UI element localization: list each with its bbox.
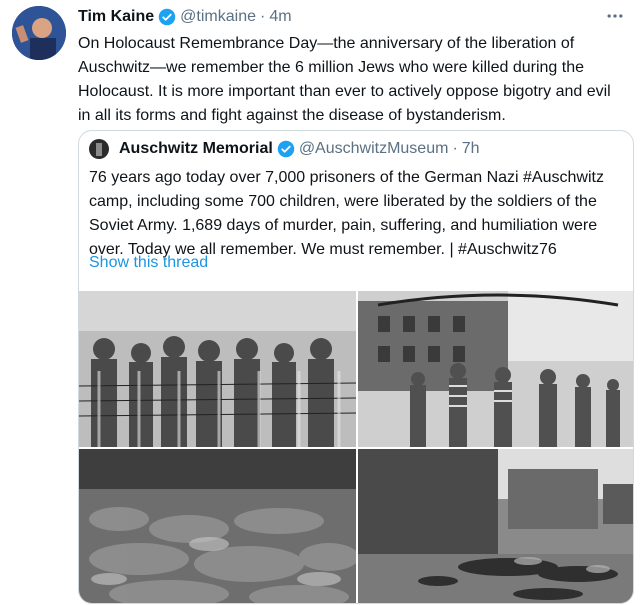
verified-badge-icon [277, 140, 295, 158]
tweet-timestamp[interactable]: 4m [269, 8, 291, 26]
quoted-tweet-text: 76 years ago today over 7,000 prisoners … [89, 169, 604, 258]
quoted-author-avatar [89, 139, 109, 159]
tweet-header: Tim Kaine @timkaine · 4m [78, 6, 292, 28]
photo-children-behind-fence[interactable] [79, 291, 356, 447]
author-handle[interactable]: @timkaine [180, 8, 256, 26]
quoted-timestamp: 7h [461, 140, 480, 157]
author-name[interactable]: Tim Kaine [78, 8, 154, 26]
photo-piles-of-clothing[interactable] [79, 449, 356, 603]
quoted-author-handle: @AuschwitzMuseum [298, 140, 449, 157]
author-avatar[interactable] [12, 6, 66, 60]
show-thread-link[interactable]: Show this thread [89, 254, 208, 272]
separator-dot: · [452, 140, 458, 157]
separator-dot: · [260, 8, 266, 25]
media-grid [79, 291, 633, 603]
more-dots-icon[interactable] [605, 6, 625, 31]
tweet-text: On Holocaust Remembrance Day—the anniver… [78, 35, 611, 124]
quoted-author-name: Auschwitz Memorial [119, 140, 273, 157]
verified-badge-icon [158, 8, 176, 26]
quoted-tweet-header: Auschwitz Memorial @AuschwitzMuseum · 7h [89, 138, 480, 160]
photo-camp-barracks[interactable] [358, 449, 633, 603]
photo-liberated-prisoners-at-gate[interactable] [358, 291, 633, 447]
quoted-tweet[interactable]: Auschwitz Memorial @AuschwitzMuseum · 7h… [78, 130, 634, 604]
tweet[interactable]: Tim Kaine @timkaine · 4m On Holocaust Re… [0, 0, 641, 605]
